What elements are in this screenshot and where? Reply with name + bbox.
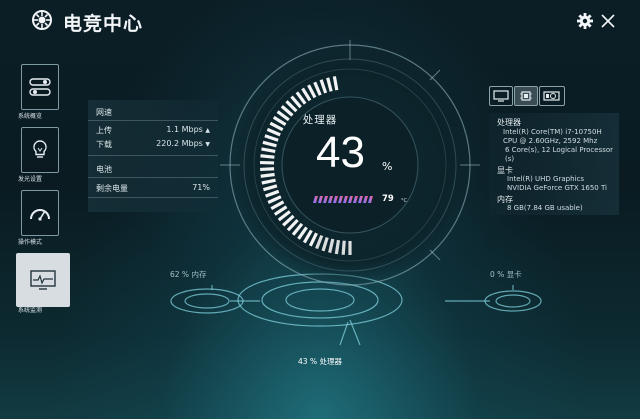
- cpu-heading: 处理器: [497, 118, 521, 127]
- divider: [88, 155, 218, 156]
- battery-remaining-value: 71%: [192, 183, 210, 192]
- hardware-info-panel: 处理器 Intel(R) Core(TM) i7-10750H CPU @ 2.…: [489, 113, 619, 215]
- download-label: 下载: [96, 140, 112, 149]
- sidebar-icon-frame: [21, 190, 59, 236]
- battery-heading: 电池: [96, 165, 112, 174]
- download-row: 下载 220.2 Mbps ▼: [96, 139, 214, 150]
- sidebar-icon-frame: [16, 253, 70, 307]
- sidebar-item-label: 发光设置: [18, 176, 43, 183]
- temperature-bar-segment: [363, 196, 368, 203]
- cpu-usage-unit: %: [382, 160, 393, 173]
- sidebar-icon-frame: [21, 127, 59, 173]
- cpu-info-line: CPU @ 2.60GHz, 2592 Mhz: [503, 137, 598, 145]
- settings-gear-icon[interactable]: [576, 12, 594, 30]
- display-icon: [493, 90, 509, 102]
- temperature-bar-segment: [318, 196, 323, 203]
- temperature-bar-segment: [353, 196, 358, 203]
- cpu-temperature-unit: °C: [401, 198, 407, 204]
- divider: [88, 197, 218, 198]
- monitor-pulse-icon: [30, 270, 56, 290]
- app-title: 电竞中心: [63, 13, 144, 35]
- download-value-wrap: 220.2 Mbps ▼: [156, 139, 210, 148]
- tab-gpu[interactable]: [539, 86, 565, 106]
- app-logo-icon: [32, 10, 52, 30]
- lightbulb-icon: [33, 140, 47, 158]
- cpu-usage-value: 43: [316, 128, 365, 177]
- battery-remaining-label: 剩余电量: [96, 184, 128, 193]
- tab-display[interactable]: [489, 86, 513, 106]
- sidebar-icon-frame: [21, 64, 59, 110]
- gpu-info-line: NVIDIA GeForce GTX 1650 Ti: [507, 184, 607, 192]
- gauge-tick: [260, 167, 275, 172]
- speedometer-icon: [30, 209, 50, 221]
- download-value: 220.2 Mbps: [156, 139, 203, 148]
- cpu-info-line: 6 Core(s), 12 Logical Processor: [505, 146, 614, 154]
- gauge-tick: [341, 240, 346, 255]
- sidebar-item-label: 操作模式: [18, 239, 43, 246]
- tab-cpu[interactable]: [514, 86, 538, 106]
- memory-info-line: 8 GB(7.84 GB usable): [507, 204, 583, 212]
- toggle-switches-icon: [29, 78, 51, 96]
- gpu-usage-label: 0 % 显卡: [490, 270, 522, 279]
- temperature-bar-segment: [328, 196, 333, 203]
- temperature-bar-segment: [333, 196, 338, 203]
- cpu-usage-floor-label: 43 % 处理器: [298, 357, 342, 366]
- divider: [88, 177, 218, 178]
- cpu-chip-icon: [520, 91, 532, 101]
- temperature-bar-segment: [343, 196, 348, 203]
- gauge-tick: [260, 172, 275, 178]
- memory-usage-label: 62 % 内存: [170, 270, 207, 279]
- battery-row: 剩余电量 71%: [96, 183, 214, 194]
- temperature-bar-segment: [368, 196, 373, 203]
- cpu-temperature-value: 79: [382, 194, 394, 204]
- cpu-info-line: Intel(R) Core(TM) i7-10750H: [503, 128, 602, 136]
- close-icon[interactable]: [599, 12, 617, 30]
- arrow-down-icon: ▼: [205, 141, 210, 148]
- upload-label: 上传: [96, 126, 112, 135]
- sidebar-item-label: 系统监测: [18, 307, 43, 314]
- title-bar: 电竞中心: [0, 0, 640, 44]
- temperature-bar: [313, 196, 373, 203]
- temperature-bar-segment: [338, 196, 343, 203]
- temperature-bar-segment: [348, 196, 353, 203]
- temperature-bar-segment: [313, 196, 318, 203]
- arrow-up-icon: ▲: [205, 127, 210, 134]
- temperature-bar-segment: [358, 196, 363, 203]
- gpu-card-icon: [543, 91, 560, 101]
- cpu-info-line: (s): [505, 155, 515, 163]
- gpu-info-line: Intel(R) UHD Graphics: [507, 175, 584, 183]
- temperature-bar-segment: [323, 196, 328, 203]
- gauge-tick: [334, 239, 341, 255]
- gauge-tick: [260, 154, 275, 159]
